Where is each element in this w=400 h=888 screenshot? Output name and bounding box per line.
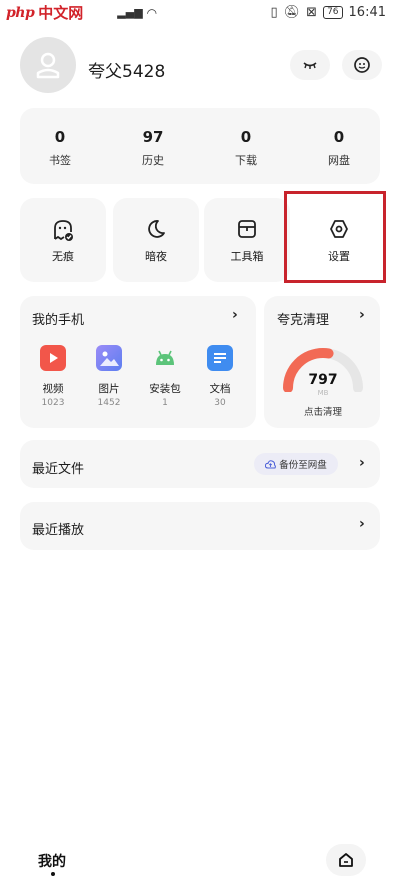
ghost-icon	[54, 220, 73, 241]
tool-label: 无痕	[52, 250, 74, 263]
tool-incognito[interactable]: 无痕	[20, 198, 106, 282]
cleaner-title: 夸克清理	[277, 313, 330, 328]
logo-cn-text: 中文网	[38, 4, 84, 22]
app-count: 30	[214, 398, 226, 408]
active-tab-indicator	[51, 872, 55, 876]
stat-label: 下载	[235, 154, 257, 167]
app-name: 视频	[42, 383, 64, 395]
moon-icon	[148, 220, 165, 238]
tool-night-mode[interactable]: 暗夜	[113, 198, 199, 282]
cloud-upload-icon	[265, 459, 277, 468]
tool-label: 暗夜	[145, 250, 167, 263]
stat-value: 97	[142, 128, 164, 146]
stat-value: 0	[240, 128, 252, 146]
stat-label: 网盘	[328, 154, 350, 167]
stat-downloads[interactable]: 0 下载	[206, 128, 286, 168]
recent-play-title: 最近播放	[32, 523, 85, 538]
sleep-mode-button[interactable]	[290, 50, 330, 80]
home-button[interactable]	[326, 844, 366, 876]
android-icon	[152, 345, 178, 371]
image-icon	[96, 345, 122, 371]
tool-toolbox[interactable]: 工具箱	[204, 198, 290, 282]
app-count: 1452	[97, 398, 121, 408]
stat-history[interactable]: 97 历史	[113, 128, 193, 168]
chevron-right-icon[interactable]: ›	[359, 307, 365, 323]
stat-value: 0	[54, 128, 66, 146]
app-documents[interactable]: 文档 30	[198, 345, 242, 408]
backup-to-cloud-button[interactable]: 备份至网盘	[254, 453, 338, 475]
status-time: 16:41	[348, 5, 386, 20]
stat-value: 0	[333, 128, 345, 146]
cleaner-unit: MB	[317, 389, 329, 397]
backup-label: 备份至网盘	[279, 460, 327, 471]
app-count: 1023	[41, 398, 65, 408]
tool-label: 工具箱	[230, 250, 264, 263]
app-count: 1	[162, 398, 168, 408]
user-icon	[36, 52, 60, 79]
chevron-right-icon[interactable]: ›	[359, 516, 365, 532]
app-video[interactable]: 视频 1023	[31, 345, 75, 408]
document-icon	[207, 345, 233, 371]
stat-bookmarks[interactable]: 0 书签	[20, 128, 100, 168]
app-packages[interactable]: 安装包 1	[143, 345, 187, 408]
avatar[interactable]	[20, 37, 76, 93]
app-name: 文档	[209, 383, 231, 395]
username[interactable]: 夸父5428	[88, 57, 165, 82]
my-phone-title: 我的手机	[32, 313, 85, 328]
tab-me[interactable]: 我的	[38, 851, 66, 871]
clean-action-button[interactable]: 点击清理	[290, 404, 356, 418]
wifi-icon: ◠	[146, 5, 158, 20]
closed-eye-icon	[303, 62, 317, 69]
battery-icon: 76	[323, 6, 343, 19]
chevron-right-icon[interactable]: ›	[232, 307, 238, 323]
stat-label: 书签	[49, 154, 71, 167]
recent-files-title: 最近文件	[32, 462, 85, 477]
stat-label: 历史	[142, 154, 164, 167]
mute-bell-icon: 🔕︎	[283, 5, 301, 20]
nfc-icon: ⊠	[306, 5, 318, 20]
chat-assistant-button[interactable]	[342, 50, 382, 80]
logo-php-text: php	[6, 4, 35, 21]
vibrate-icon: ▯	[270, 5, 278, 20]
highlight-box	[284, 191, 386, 283]
stat-cloud-drive[interactable]: 0 网盘	[299, 128, 379, 168]
app-images[interactable]: 图片 1452	[87, 345, 131, 408]
status-bar: php 中文网 ▂▄▆ ◠ ▯ 🔕︎ ⊠ 76 16:41	[0, 0, 400, 28]
app-name: 图片	[98, 383, 120, 395]
cleaner-value: 797	[308, 372, 338, 388]
video-icon	[40, 345, 66, 371]
face-icon	[354, 57, 370, 73]
app-name: 安装包	[149, 383, 181, 395]
toolbox-icon	[238, 220, 256, 238]
signal-icon: ▂▄▆	[117, 6, 143, 19]
watermark-logo: php 中文网 ▂▄▆ ◠	[6, 2, 157, 23]
chevron-right-icon[interactable]: ›	[359, 455, 365, 471]
home-icon	[339, 853, 353, 867]
